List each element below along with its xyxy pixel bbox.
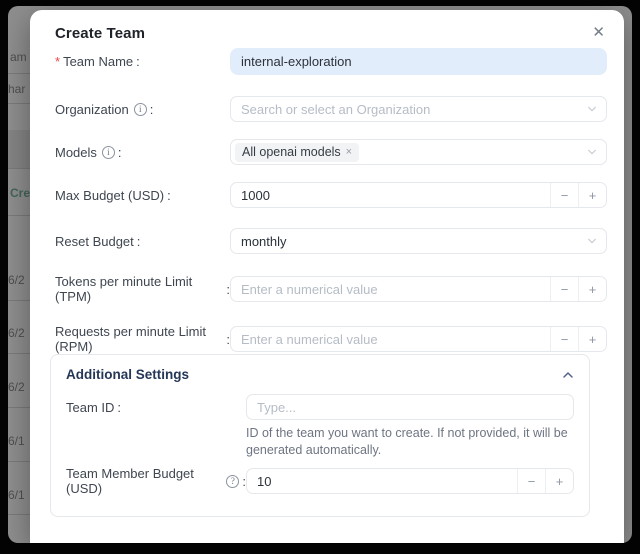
additional-settings-panel: Additional Settings Team ID : ID of the [50, 354, 590, 517]
max-budget-input[interactable] [231, 183, 550, 207]
bg-text-fragment: har [8, 82, 25, 96]
field-row-models: Models i : All openai models × [55, 139, 607, 165]
field-label-text: Team ID [66, 400, 114, 415]
reset-budget-label: Reset Budget : [55, 234, 230, 249]
close-icon[interactable]: ✕ [590, 25, 607, 40]
field-label-text: Requests per minute Limit (RPM) [55, 324, 223, 354]
additional-settings-title: Additional Settings [66, 367, 189, 382]
team-id-help-text: ID of the team you want to create. If no… [246, 425, 574, 458]
increment-button[interactable]: + [545, 469, 573, 493]
label-colon: : [117, 400, 121, 415]
decrement-button[interactable]: − [550, 183, 578, 207]
field-row-rpm: Requests per minute Limit (RPM) : − + [55, 324, 607, 354]
reset-budget-select[interactable]: monthly [230, 228, 607, 254]
bg-text-fragment: 6/2 [8, 380, 25, 394]
modal-title: Create Team [55, 25, 145, 42]
bg-table-divider [8, 168, 32, 169]
decrement-button[interactable]: − [550, 277, 578, 301]
team-id-input[interactable] [246, 394, 574, 420]
models-label: Models i : [55, 145, 230, 160]
decrement-button[interactable]: − [550, 327, 578, 351]
create-team-modal: Create Team ✕ * Team Name : Organization… [30, 10, 624, 543]
team-id-label: Team ID : [66, 400, 246, 415]
chevron-up-icon [562, 370, 574, 380]
field-row-organization: Organization i : Search or select an Org… [55, 96, 607, 122]
dimmed-background-page: am har Cre 6/2 6/2 6/2 6/1 6/1 Create Te… [8, 6, 632, 543]
reset-budget-value: monthly [241, 234, 287, 249]
tpm-input[interactable] [231, 277, 550, 301]
chevron-down-icon [587, 236, 597, 246]
organization-select[interactable]: Search or select an Organization [230, 96, 607, 122]
bg-table-divider [8, 461, 32, 462]
field-row-tpm: Tokens per minute Limit (TPM) : − + [55, 274, 607, 304]
model-tag: All openai models × [235, 143, 359, 162]
bg-table-divider [8, 407, 32, 408]
modal-header: Create Team ✕ [55, 25, 607, 42]
organization-placeholder: Search or select an Organization [241, 102, 430, 117]
rpm-stepper: − + [230, 326, 607, 352]
field-label-text: Tokens per minute Limit (TPM) [55, 274, 223, 304]
label-colon: : [137, 234, 141, 249]
additional-settings-header[interactable]: Additional Settings [66, 367, 574, 382]
field-row-team-id: Team ID : [66, 394, 574, 420]
models-select[interactable]: All openai models × [230, 139, 607, 165]
tag-remove-icon[interactable]: × [346, 146, 352, 158]
label-colon: : [150, 102, 154, 117]
member-budget-stepper: − + [246, 468, 574, 494]
bg-table-divider [8, 103, 32, 104]
bg-text-fragment: 6/1 [8, 488, 25, 502]
bg-table-divider [8, 300, 32, 301]
label-colon: : [136, 54, 140, 69]
max-budget-label: Max Budget (USD) : [55, 188, 230, 203]
bg-table-divider [8, 73, 32, 74]
field-row-member-budget: Team Member Budget (USD) ? : − + [66, 466, 574, 496]
bg-text-fragment: 6/2 [8, 326, 25, 340]
bg-table-divider [8, 215, 32, 216]
field-label-text: Reset Budget [55, 234, 134, 249]
increment-button[interactable]: + [578, 183, 606, 207]
decrement-button[interactable]: − [517, 469, 545, 493]
required-asterisk: * [55, 54, 60, 69]
tpm-label: Tokens per minute Limit (TPM) : [55, 274, 230, 304]
bg-table-divider [8, 353, 32, 354]
model-tag-text: All openai models [242, 145, 341, 159]
field-label-text: Max Budget (USD) [55, 188, 164, 203]
question-icon: ? [226, 475, 239, 488]
bg-text-fragment: 6/2 [8, 273, 25, 287]
bg-text-fragment: 6/1 [8, 434, 25, 448]
member-budget-label: Team Member Budget (USD) ? : [66, 466, 246, 496]
organization-label: Organization i : [55, 102, 230, 117]
field-label-text: Models [55, 145, 97, 160]
bg-text-fragment: am [10, 50, 27, 64]
label-colon: : [167, 188, 171, 203]
rpm-label: Requests per minute Limit (RPM) : [55, 324, 230, 354]
chevron-down-icon [587, 104, 597, 114]
bg-table-divider [8, 514, 32, 515]
info-icon: i [134, 103, 147, 116]
label-colon: : [118, 145, 122, 160]
increment-button[interactable]: + [578, 277, 606, 301]
rpm-input[interactable] [231, 327, 550, 351]
field-label-text: Team Name [63, 54, 133, 69]
info-icon: i [102, 146, 115, 159]
chevron-down-icon [587, 147, 597, 157]
max-budget-stepper: − + [230, 182, 607, 208]
field-row-max-budget: Max Budget (USD) : − + [55, 182, 607, 208]
team-name-label: * Team Name : [55, 54, 230, 69]
field-row-team-name: * Team Name : [55, 48, 607, 75]
team-name-input[interactable] [230, 48, 607, 75]
member-budget-input[interactable] [247, 469, 517, 493]
field-label-text: Organization [55, 102, 129, 117]
field-row-reset-budget: Reset Budget : monthly [55, 228, 607, 254]
tpm-stepper: − + [230, 276, 607, 302]
bg-text-fragment: Cre [10, 186, 30, 200]
increment-button[interactable]: + [578, 327, 606, 351]
field-label-text: Team Member Budget (USD) [66, 466, 221, 496]
